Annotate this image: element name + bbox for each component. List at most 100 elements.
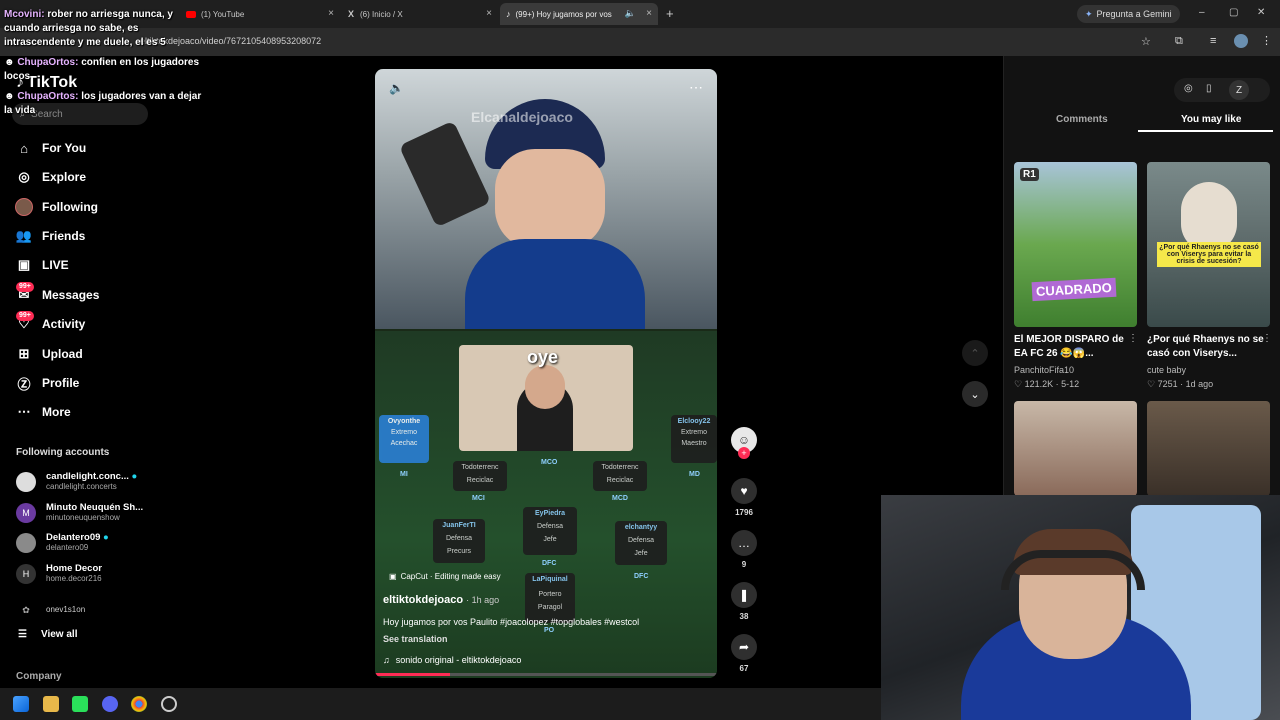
player-trait: Reciclac [606,477,634,484]
nav-more[interactable]: ⋯ More [14,401,71,423]
previous-video-button[interactable]: ⌃ [962,340,988,366]
creator-avatar-button[interactable]: ☺ + [730,427,758,459]
face-shape [495,149,605,249]
view-all-link[interactable]: ☰ View all [18,629,77,640]
compass-icon[interactable]: ◎ [1184,83,1193,94]
profile-z-icon[interactable]: Z [1229,80,1249,100]
device-icon[interactable]: ▯ [1206,83,1212,94]
tab-tiktok[interactable]: ♪ (99+) Hoy jugamos por vos 🔈 × [500,3,658,25]
sound-link[interactable]: ♫ sonido original - eltiktokdejoaco [383,655,521,665]
bookmark-icon: ❚ [731,582,757,608]
follow-plus-icon[interactable]: + [738,447,750,459]
minimize-button[interactable]: – [1199,7,1205,18]
profile-avatar-icon[interactable] [1234,34,1248,48]
view-all-label: View all [40,629,78,640]
player-name: EyPiedra [535,510,565,517]
company-link[interactable]: Company [16,671,62,682]
compass-icon: ◎ [18,169,30,184]
player-trait: Paragol [537,604,563,611]
streamer-webcam-overlay [881,495,1280,720]
nav-for-you[interactable]: ⌂ For You [14,137,86,159]
share-button[interactable]: ➦ 67 [730,634,758,673]
account-item[interactable]: ✿ onev1s1on [16,600,85,620]
account-name: Delantero09 [46,532,101,543]
extensions-icon[interactable]: ⧉ [1175,35,1183,48]
right-panel: ◎ ▯ Z Comments You may like R1 CUADRADO … [1003,56,1280,496]
account-handle: home.decor216 [46,574,102,583]
account-name: Home Decor [46,563,102,574]
discord-icon[interactable] [102,696,118,712]
video-author[interactable]: eltiktokdejoaco [383,594,463,606]
account-item[interactable]: Delantero09 ● delantero09 [16,532,109,553]
account-item[interactable]: candlelight.conc... ● candlelight.concert… [16,471,137,492]
account-item[interactable]: H Home Decor home.decor216 [16,563,102,584]
see-translation-link[interactable]: See translation [383,634,448,644]
account-item[interactable]: M Minuto Neuquén Sh... minutoneuquenshow [16,502,143,523]
close-tab-icon[interactable]: × [328,8,334,19]
verified-icon: ● [131,471,138,482]
comment-button[interactable]: … 9 [730,530,758,569]
video-date: 1d ago [1185,379,1214,389]
video-author-line: eltiktokdejoaco · 1h ago [383,594,499,606]
recommended-video-thumb[interactable]: ¿Por qué Rhaenys no se casó con Viserys … [1147,162,1270,327]
nav-explore[interactable]: ◎ Explore [14,166,86,188]
chrome-icon[interactable] [131,696,147,712]
recommended-video-thumb[interactable] [1147,401,1270,496]
recommended-video-thumb[interactable]: R1 CUADRADO [1014,162,1137,327]
thumb-text: ¿Por qué Rhaenys no se casó con Viserys … [1157,242,1261,267]
video-author[interactable]: PanchitoFifa10 [1014,365,1074,375]
next-video-button[interactable]: ⌄ [962,381,988,407]
save-count: 38 [739,612,749,621]
close-window-button[interactable]: ✕ [1257,7,1265,18]
player-card: LaPiquinal Portero Paragol [525,573,575,623]
tab-comments[interactable]: Comments [1056,114,1108,125]
file-explorer-icon[interactable] [43,696,59,712]
video-title[interactable]: ¿Por qué Rhaenys no se casó con Viserys.… [1147,333,1265,361]
maximize-button[interactable]: ▢ [1229,7,1238,18]
video-author[interactable]: cute baby [1147,365,1186,375]
save-button[interactable]: ❚ 38 [730,582,758,621]
upload-icon: ⊞ [18,346,30,361]
bookmark-star-icon[interactable]: ☆ [1141,35,1151,48]
player-card: elchantyy Defensa Jefe [615,521,667,565]
tab-you-may-like[interactable]: You may like [1181,114,1241,125]
avatar: M [16,502,36,523]
kick-app-icon[interactable] [72,696,88,712]
windows-taskbar [0,688,881,720]
video-player[interactable]: Elcanaldejoaco 🔈 ⋯ oye Ovyonthe Extremo … [375,69,717,678]
obs-icon[interactable] [161,696,177,712]
video-title[interactable]: El MEJOR DISPARO de EA FC 26 😂😱... [1014,333,1134,361]
like-button[interactable]: ♥ 1796 [730,478,758,517]
nav-label: For You [42,141,87,155]
tiktok-sidebar: ♪ TikTok ⌕ Search ⌂ For You ◎ Explore Foll… [0,56,150,688]
progress-track[interactable] [375,673,717,676]
nav-live[interactable]: ▣ LIVE [14,254,69,276]
windows-start-icon[interactable] [13,696,29,712]
volume-icon[interactable]: 🔈 [389,81,404,95]
tab-x[interactable]: X (6) Inicio / X × [342,3,498,25]
account-name: Minuto Neuquén Sh... [46,502,144,513]
close-tab-icon[interactable]: × [486,8,492,19]
new-tab-button[interactable]: + [666,6,674,21]
avatar [16,471,36,492]
more-options-icon[interactable]: ⋯ [689,79,703,96]
close-tab-icon[interactable]: × [646,8,652,19]
share-arrow-icon: ➦ [731,634,757,660]
recommended-video-thumb[interactable] [1014,401,1137,496]
nav-following[interactable]: Following [14,196,98,218]
gemini-button[interactable]: ✦ Pregunta a Gemini [1077,5,1180,23]
video-options-icon[interactable]: ⋮ [1262,333,1272,344]
nav-profile[interactable]: Ⓩ Profile [14,372,79,394]
tab-youtube[interactable]: (1) YouTube × [180,3,340,25]
kebab-menu-icon[interactable]: ⋮ [1261,34,1272,47]
speaker-icon[interactable]: 🔈 [625,8,636,19]
capcut-tag[interactable]: ▣ CapCut · Editing made easy [389,572,501,581]
chevron-up-icon: ⌃ [970,347,980,360]
nav-upload[interactable]: ⊞ Upload [14,343,83,365]
gemini-label: Pregunta a Gemini [1096,9,1172,19]
nav-friends[interactable]: 👥 Friends [14,225,85,247]
media-control-icon[interactable]: ≡ [1210,35,1216,47]
video-options-icon[interactable]: ⋮ [1128,333,1138,344]
share-count: 67 [739,664,749,673]
music-note-icon: ♫ [383,655,390,665]
